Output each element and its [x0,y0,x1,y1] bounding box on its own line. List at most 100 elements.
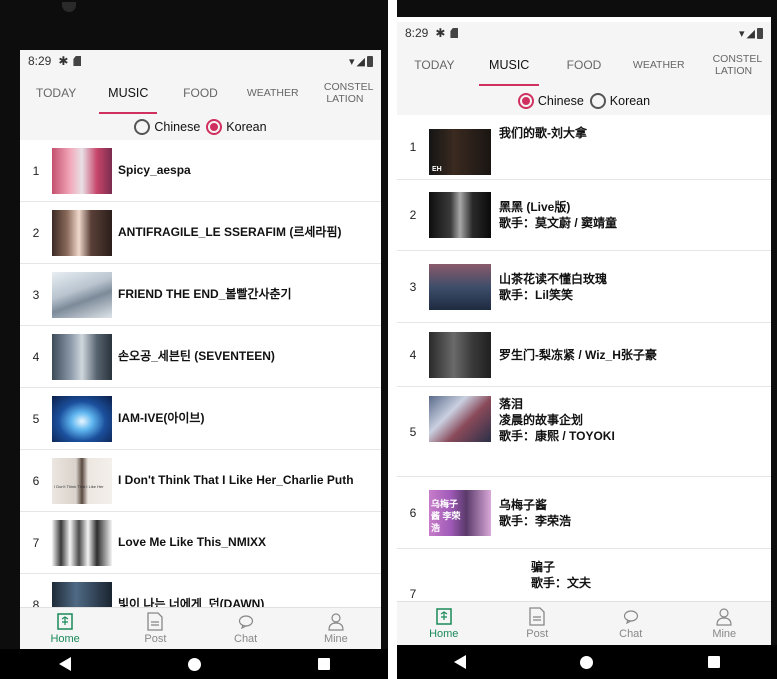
song-thumbnail: I Don't Think That I Like Her [52,457,112,504]
song-album: 凌晨的故事企划 [499,413,584,427]
nav-home[interactable]: Home [20,608,110,649]
nav-mine-label: Mine [323,632,348,645]
home-icon [56,613,74,631]
song-thumbnail: EH [429,129,491,175]
tab-music[interactable]: MUSIC [472,44,547,86]
song-thumbnail [52,271,112,318]
system-nav-bar [397,645,777,679]
bottom-nav: Home Post Chat Mine [20,607,381,649]
song-title: 黑黑 (Live版) [499,200,571,214]
radio-korean-circle[interactable] [206,119,223,135]
home-circle-icon[interactable] [187,657,201,671]
radio-chinese-circle[interactable] [517,92,534,109]
song-rank: 6 [409,505,417,520]
list-item[interactable]: 7 骗子 歌手：文夫 [397,549,771,601]
nav-chat-label: Chat [234,632,258,645]
sd-card-icon [450,28,459,38]
tab-music[interactable]: MUSIC [92,72,164,114]
song-title: I Don't Think That I Like Her_Charlie Pu… [118,473,354,487]
list-item[interactable]: 5 落泪 凌晨的故事企划 歌手：康熙 / TOYOKI [397,387,771,477]
song-title: FRIEND THE END_볼빨간사춘기 [118,287,292,301]
tab-today[interactable]: TODAY [20,72,92,114]
radio-chinese[interactable]: Chinese [134,119,200,135]
song-thumbnail [52,395,112,442]
list-item[interactable]: 5 IAM-IVE(아이브) [20,388,381,450]
chat-icon [622,608,640,626]
list-item[interactable]: 3 FRIEND THE END_볼빨간사춘기 [20,264,381,326]
song-rank: 2 [32,225,40,240]
home-icon [435,608,453,626]
tab-food[interactable]: FOOD [547,44,622,86]
nav-post[interactable]: Post [491,602,585,645]
song-rank: 1 [409,140,417,154]
song-rank: 5 [32,411,40,426]
list-item[interactable]: 6 I Don't Think That I Like Her I Don't … [20,450,381,512]
tab-today[interactable]: TODAY [397,44,472,86]
song-title: 乌梅子酱 [499,497,548,512]
song-title: 骗子 [531,560,556,574]
tab-food[interactable]: FOOD [164,72,236,114]
song-rank: 5 [409,424,417,439]
song-title: ANTIFRAGILE_LE SSERAFIM (르세라핌) [118,225,342,239]
song-title: 落泪 [499,397,524,411]
radio-korean[interactable]: Korean [589,92,651,109]
top-tab-bar: TODAY MUSIC FOOD WEATHER CONSTEL LATION … [397,44,771,115]
radio-korean-label: Korean [609,93,651,108]
list-item[interactable]: 6 乌梅子酱 李荣浩 乌梅子酱 歌手：李荣浩 [397,477,771,549]
home-circle-icon[interactable] [580,655,594,669]
list-item[interactable]: 2 ANTIFRAGILE_LE SSERAFIM (르세라핌) [20,202,381,264]
status-time: 8:29 [405,26,429,40]
list-item[interactable]: 7 Love Me Like This_NMIXX [20,512,381,574]
list-item[interactable]: 1 EH 我们的歌-刘大拿 [397,115,771,180]
song-rank: 4 [409,347,417,362]
song-title: 山茶花读不懂白玫瑰 [499,271,608,286]
language-radio-group: Chinese Korean [20,114,381,140]
radio-chinese-circle[interactable] [134,119,151,135]
list-item[interactable]: 2 黑黑 (Live版) 歌手：莫文蔚 / 窦靖童 [397,180,771,251]
list-item[interactable]: 3 山茶花读不懂白玫瑰 歌手：Lil笑笑 [397,251,771,323]
language-radio-group: Chinese Korean [397,86,771,115]
tab-constellation[interactable]: CONSTEL LATION [696,44,771,86]
song-rank: 7 [32,535,40,550]
radio-korean-circle[interactable] [589,92,606,109]
top-tab-bar: TODAY MUSIC FOOD WEATHER CONSTEL LATION … [20,72,381,140]
tab-constellation[interactable]: CONSTEL LATION [309,72,381,114]
nav-home[interactable]: Home [397,602,491,645]
radio-chinese[interactable]: Chinese [517,92,584,109]
song-rank: 1 [32,163,40,178]
song-rank: 4 [32,349,40,364]
song-title: Love Me Like This_NMIXX [118,535,267,549]
nav-mine[interactable]: Mine [291,608,381,649]
recents-icon[interactable] [707,656,720,668]
tab-weather[interactable]: WEATHER [621,44,696,86]
song-thumbnail [429,263,491,310]
nav-chat[interactable]: Chat [584,602,678,645]
recents-icon[interactable] [317,658,330,670]
list-item[interactable]: 8 빛이 나는 너에게_던(DAWN) [20,574,381,607]
nav-mine[interactable]: Mine [678,602,772,645]
radio-korean[interactable]: Korean [206,119,267,135]
status-time: 8:29 [28,54,52,68]
song-thumbnail [52,333,112,380]
list-item[interactable]: 1 Spicy_aespa [20,140,381,202]
song-rank: 7 [409,587,417,601]
tab-weather[interactable]: WEATHER [237,72,309,114]
nav-chat[interactable]: Chat [201,608,291,649]
song-list: 1 Spicy_aespa 2 ANTIFRAGILE_LE SSERAFIM … [20,140,381,607]
song-info: 我们的歌-刘大拿 [499,125,587,141]
signal-icons: ▾ ◢ [739,27,763,40]
back-icon[interactable] [58,657,71,671]
right-bezel [771,0,777,679]
gear-icon: ✱ [435,26,446,40]
sd-card-icon [73,56,82,66]
back-icon[interactable] [454,655,467,669]
list-item[interactable]: 4 손오공_세븐틴 (SEVENTEEN) [20,326,381,388]
battery-icon [367,55,373,67]
list-item[interactable]: 4 罗生门-梨冻紧 / Wiz_H张子豪 [397,323,771,387]
nav-post-label: Post [144,632,167,645]
camera-icon [62,2,76,12]
user-icon [327,612,345,631]
song-thumbnail [52,209,112,256]
nav-post[interactable]: Post [110,608,200,649]
status-bar: 8:29 ✱ ▾ ◢ [397,22,771,44]
